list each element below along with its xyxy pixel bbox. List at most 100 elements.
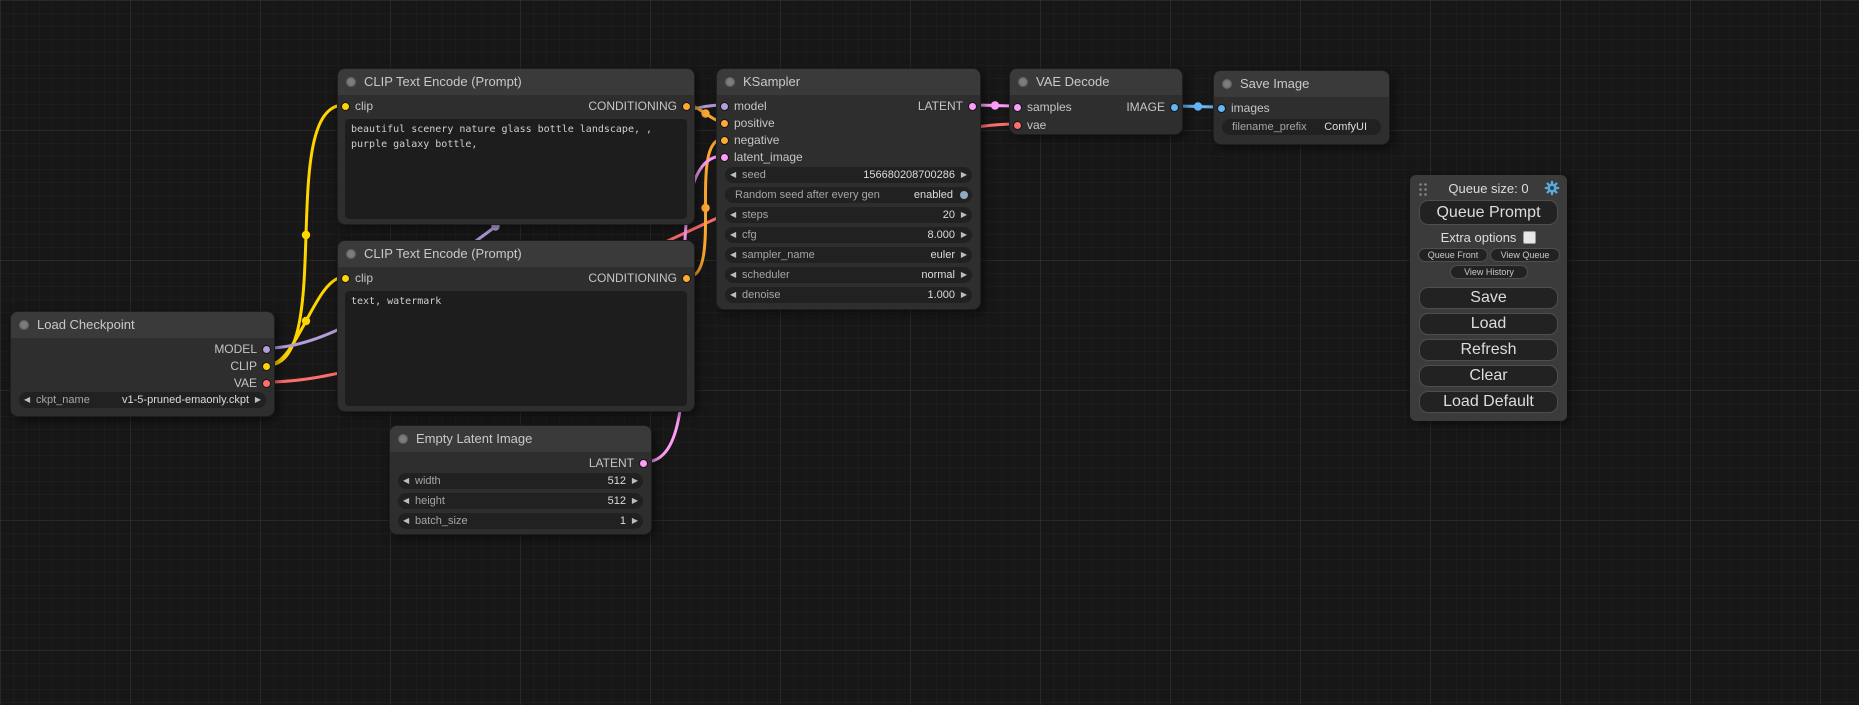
widget-random-seed-toggle[interactable]: Random seed after every gen enabled	[725, 187, 972, 203]
node-ksampler[interactable]: KSampler model LATENT positive negative …	[716, 68, 981, 310]
node-load-checkpoint[interactable]: Load Checkpoint MODEL CLIP VAE ◀ ckpt_na…	[10, 311, 275, 417]
node-title-bar[interactable]: KSampler	[717, 69, 980, 95]
input-slot-images[interactable]: images	[1214, 100, 1389, 117]
slot-dot-model[interactable]	[262, 345, 271, 354]
collapse-dot-icon[interactable]	[19, 320, 29, 330]
widget-filename-prefix[interactable]: filename_prefix ComfyUI	[1222, 119, 1381, 135]
slot-dot-conditioning[interactable]	[682, 102, 691, 111]
output-slot-latent[interactable]: LATENT	[717, 98, 980, 115]
decrement-arrow-icon[interactable]: ◀	[730, 207, 736, 223]
slot-dot-conditioning[interactable]	[682, 274, 691, 283]
widget-seed[interactable]: ◀ seed 156680208700286 ▶	[725, 167, 972, 183]
widget-cfg[interactable]: ◀ cfg 8.000 ▶	[725, 227, 972, 243]
slot-dot-latent[interactable]	[968, 102, 977, 111]
decrement-arrow-icon[interactable]: ◀	[403, 513, 409, 529]
collapse-dot-icon[interactable]	[1018, 77, 1028, 87]
node-title-bar[interactable]: CLIP Text Encode (Prompt)	[338, 241, 694, 267]
increment-arrow-icon[interactable]: ▶	[632, 493, 638, 509]
load-default-button[interactable]: Load Default	[1419, 391, 1558, 413]
increment-arrow-icon[interactable]: ▶	[961, 167, 967, 183]
slot-dot-conditioning[interactable]	[720, 119, 729, 128]
slot-dot-vae[interactable]	[262, 379, 271, 388]
node-empty-latent-image[interactable]: Empty Latent Image LATENT ◀ width 512 ▶ …	[389, 425, 652, 535]
slot-dot-latent[interactable]	[720, 153, 729, 162]
widget-label: scheduler	[742, 267, 790, 283]
view-queue-button[interactable]: View Queue	[1490, 248, 1560, 262]
widget-scheduler[interactable]: ◀ scheduler normal ▶	[725, 267, 972, 283]
output-slot-clip[interactable]: CLIP	[11, 358, 274, 375]
collapse-dot-icon[interactable]	[725, 77, 735, 87]
node-clip-text-encode-negative[interactable]: CLIP Text Encode (Prompt) clip CONDITION…	[337, 240, 695, 412]
widget-width[interactable]: ◀ width 512 ▶	[398, 473, 643, 489]
link-midpoint-dot	[701, 109, 709, 117]
widget-sampler-name[interactable]: ◀ sampler_name euler ▶	[725, 247, 972, 263]
node-title-bar[interactable]: Save Image	[1214, 71, 1389, 97]
increment-arrow-icon[interactable]: ▶	[961, 267, 967, 283]
collapse-dot-icon[interactable]	[398, 434, 408, 444]
slot-dot-image[interactable]	[1217, 104, 1226, 113]
decrement-arrow-icon[interactable]: ◀	[24, 392, 30, 408]
increment-arrow-icon[interactable]: ▶	[961, 287, 967, 303]
extra-options-checkbox[interactable]	[1523, 231, 1536, 244]
node-title-bar[interactable]: Empty Latent Image	[390, 426, 651, 452]
output-slot-latent[interactable]: LATENT	[390, 455, 651, 472]
node-clip-text-encode-positive[interactable]: CLIP Text Encode (Prompt) clip CONDITION…	[337, 68, 695, 225]
increment-arrow-icon[interactable]: ▶	[961, 207, 967, 223]
link-midpoint-dot	[302, 231, 310, 239]
decrement-arrow-icon[interactable]: ◀	[730, 267, 736, 283]
toggle-on-indicator-icon[interactable]	[960, 191, 968, 199]
positive-prompt-textarea[interactable]: beautiful scenery nature glass bottle la…	[345, 119, 687, 219]
queue-front-button[interactable]: Queue Front	[1418, 248, 1488, 262]
decrement-arrow-icon[interactable]: ◀	[730, 247, 736, 263]
slot-dot-vae[interactable]	[1013, 121, 1022, 130]
output-slot-conditioning[interactable]: CONDITIONING	[338, 98, 694, 115]
load-button[interactable]: Load	[1419, 313, 1558, 335]
refresh-button[interactable]: Refresh	[1419, 339, 1558, 361]
input-slot-latent-image[interactable]: latent_image	[717, 149, 980, 166]
widget-label: Random seed after every gen	[735, 187, 880, 203]
slot-dot-clip[interactable]	[262, 362, 271, 371]
input-slot-positive[interactable]: positive	[717, 115, 980, 132]
node-title-bar[interactable]: CLIP Text Encode (Prompt)	[338, 69, 694, 95]
input-slot-negative[interactable]: negative	[717, 132, 980, 149]
collapse-dot-icon[interactable]	[346, 77, 356, 87]
slot-label: positive	[734, 115, 775, 132]
output-slot-vae[interactable]: VAE	[11, 375, 274, 392]
settings-gear-icon[interactable]	[1544, 180, 1560, 196]
node-save-image[interactable]: Save Image images filename_prefix ComfyU…	[1213, 70, 1390, 145]
widget-value: 1.000	[927, 287, 955, 303]
slot-dot-latent[interactable]	[639, 459, 648, 468]
decrement-arrow-icon[interactable]: ◀	[403, 473, 409, 489]
widget-height[interactable]: ◀ height 512 ▶	[398, 493, 643, 509]
slot-dot-image[interactable]	[1170, 103, 1179, 112]
widget-steps[interactable]: ◀ steps 20 ▶	[725, 207, 972, 223]
increment-arrow-icon[interactable]: ▶	[632, 513, 638, 529]
clear-button[interactable]: Clear	[1419, 365, 1558, 387]
save-button[interactable]: Save	[1419, 287, 1558, 309]
widget-denoise[interactable]: ◀ denoise 1.000 ▶	[725, 287, 972, 303]
output-slot-image[interactable]: IMAGE	[1010, 99, 1182, 116]
node-title-bar[interactable]: Load Checkpoint	[11, 312, 274, 338]
slot-dot-conditioning[interactable]	[720, 136, 729, 145]
input-slot-vae[interactable]: vae	[1010, 117, 1182, 134]
widget-ckpt-name[interactable]: ◀ ckpt_name v1-5-pruned-emaonly.ckpt ▶	[19, 392, 266, 408]
decrement-arrow-icon[interactable]: ◀	[730, 167, 736, 183]
node-title-bar[interactable]: VAE Decode	[1010, 69, 1182, 95]
output-slot-conditioning[interactable]: CONDITIONING	[338, 270, 694, 287]
collapse-dot-icon[interactable]	[346, 249, 356, 259]
collapse-dot-icon[interactable]	[1222, 79, 1232, 89]
decrement-arrow-icon[interactable]: ◀	[403, 493, 409, 509]
widget-batch-size[interactable]: ◀ batch_size 1 ▶	[398, 513, 643, 529]
queue-prompt-button[interactable]: Queue Prompt	[1419, 200, 1558, 225]
view-history-button[interactable]: View History	[1450, 265, 1528, 279]
decrement-arrow-icon[interactable]: ◀	[730, 227, 736, 243]
decrement-arrow-icon[interactable]: ◀	[730, 287, 736, 303]
increment-arrow-icon[interactable]: ▶	[961, 227, 967, 243]
graph-canvas[interactable]: Load Checkpoint MODEL CLIP VAE ◀ ckpt_na…	[0, 0, 1859, 705]
increment-arrow-icon[interactable]: ▶	[632, 473, 638, 489]
output-slot-model[interactable]: MODEL	[11, 341, 274, 358]
increment-arrow-icon[interactable]: ▶	[255, 392, 261, 408]
negative-prompt-textarea[interactable]: text, watermark	[345, 291, 687, 406]
node-vae-decode[interactable]: VAE Decode samples IMAGE vae	[1009, 68, 1183, 135]
increment-arrow-icon[interactable]: ▶	[961, 247, 967, 263]
